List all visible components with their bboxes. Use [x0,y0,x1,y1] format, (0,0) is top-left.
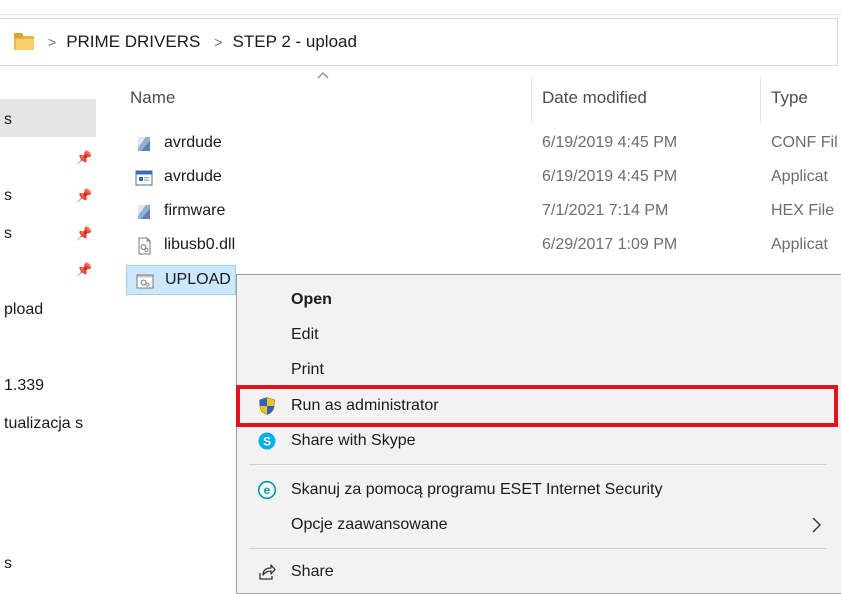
file-type: CONF Fil [771,134,838,151]
svg-text:S: S [263,435,271,449]
context-menu: Open Edit Print Run as administrator S S… [236,274,841,594]
nav-item[interactable]: tualizacja s [4,415,83,433]
svg-text:e: e [264,483,271,497]
pin-icon[interactable]: 📌 [76,227,92,241]
menu-separator [249,464,827,465]
breadcrumb-chevron-icon: > [48,34,57,50]
uac-shield-icon [259,397,275,415]
breadcrumb-step-2-upload[interactable]: STEP 2 - upload [233,32,357,52]
menu-item-label: Open [291,291,332,308]
navigation-pane: s 📌 s 📌 s 📌 📌 pload 1.339 tualizacja s s [0,67,110,583]
menu-item-label: Skanuj za pomocą programu ESET Internet … [291,481,663,498]
file-name: libusb0.dll [164,236,236,253]
sort-ascending-icon [317,72,329,79]
nav-item[interactable]: s [4,555,12,573]
breadcrumb-chevron-icon: > [214,34,223,50]
file-type: HEX File [771,202,835,219]
file-name: avrdude [164,168,222,185]
menu-item-share[interactable]: Share [237,555,840,589]
folder-icon [14,32,34,52]
menu-item-share-with-skype[interactable]: S Share with Skype [237,424,840,458]
file-name: UPLOAD [165,271,231,288]
menu-item-run-as-administrator[interactable]: Run as administrator [237,389,840,423]
file-date-modified: 6/29/2017 1:09 PM [542,236,678,253]
menu-item-open[interactable]: Open [237,283,840,317]
nav-item[interactable]: s [4,187,12,205]
nav-item-selected[interactable] [0,99,96,137]
pin-icon[interactable]: 📌 [76,151,92,165]
menu-item-edit[interactable]: Edit [237,318,840,352]
menu-item-eset-scan[interactable]: e Skanuj za pomocą programu ESET Interne… [237,473,840,507]
file-row-selected[interactable]: UPLOAD [126,265,236,295]
file-date-modified: 6/19/2019 4:45 PM [542,168,678,185]
file-name: avrdude [164,134,222,151]
file-row[interactable]: libusb0.dll 6/29/2017 1:09 PM Applicat [126,231,841,261]
share-icon [259,564,276,580]
file-date-modified: 6/19/2019 4:45 PM [542,134,678,151]
file-row[interactable]: avrdude 6/19/2019 4:45 PM Applicat [126,163,841,193]
file-row[interactable]: firmware 7/1/2021 7:14 PM HEX File [126,197,841,227]
eset-icon: e [257,480,277,500]
breadcrumb-prime-drivers[interactable]: PRIME DRIVERS [66,32,200,52]
nav-item[interactable]: 1.339 [4,377,44,395]
menu-item-label: Share with Skype [291,432,416,449]
hex-file-icon [138,205,150,219]
menu-item-label: Share [291,563,334,580]
menu-item-label: Opcje zaawansowane [291,516,448,533]
nav-item[interactable]: s [4,225,12,243]
menu-item-label: Edit [291,326,319,343]
file-date-modified: 7/1/2021 7:14 PM [542,202,669,219]
menu-item-print[interactable]: Print [237,353,840,387]
menu-item-label: Print [291,361,324,378]
column-divider[interactable] [531,76,532,124]
address-bar[interactable]: > PRIME DRIVERS > STEP 2 - upload [0,18,838,66]
pin-icon[interactable]: 📌 [76,189,92,203]
nav-item[interactable]: pload [4,301,43,319]
column-header-date-modified[interactable]: Date modified [542,88,647,108]
file-type: Applicat [771,168,828,185]
batch-file-icon [136,274,154,289]
skype-icon: S [258,432,276,450]
menu-item-label: Run as administrator [291,397,439,414]
file-row[interactable]: avrdude 6/19/2019 4:45 PM CONF Fil [126,129,841,159]
file-name: firmware [164,202,226,219]
window-top-strip [0,0,841,15]
file-type: Applicat [771,236,828,253]
application-icon [135,170,153,186]
menu-separator [249,548,827,549]
column-header-type[interactable]: Type [771,88,808,108]
nav-item[interactable]: s [4,111,12,129]
chevron-right-icon [812,517,821,533]
pin-icon[interactable]: 📌 [76,263,92,277]
menu-item-advanced-options[interactable]: Opcje zaawansowane [237,508,840,542]
conf-file-icon [138,137,150,151]
column-header-name[interactable]: Name [130,88,175,108]
dll-file-icon [138,237,151,255]
column-divider[interactable] [760,76,761,124]
